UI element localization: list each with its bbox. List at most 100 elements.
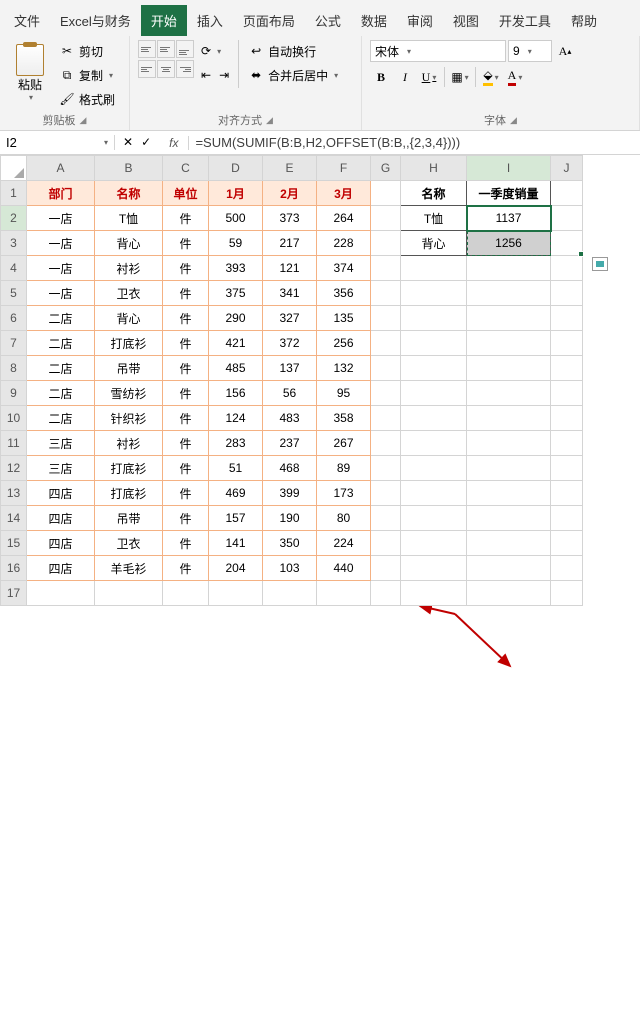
cell[interactable]: 393 xyxy=(209,256,263,281)
copy-button[interactable]: ⧉ 复制 ▾ xyxy=(56,64,118,86)
cut-button[interactable]: ✂ 剪切 xyxy=(56,40,118,62)
cell[interactable] xyxy=(467,281,551,306)
cell[interactable] xyxy=(401,406,467,431)
cell[interactable]: T恤 xyxy=(401,206,467,231)
cell[interactable]: 132 xyxy=(317,356,371,381)
cell[interactable]: 283 xyxy=(209,431,263,456)
row-head-16[interactable]: 16 xyxy=(1,556,27,581)
cell[interactable]: 228 xyxy=(317,231,371,256)
decrease-indent-button[interactable]: ⇤ xyxy=(198,64,214,86)
menu-开始[interactable]: 开始 xyxy=(141,5,187,36)
cell[interactable]: 372 xyxy=(263,331,317,356)
cell[interactable]: 件 xyxy=(163,306,209,331)
cell[interactable] xyxy=(371,406,401,431)
cell[interactable]: 80 xyxy=(317,506,371,531)
cell[interactable]: 件 xyxy=(163,431,209,456)
cell[interactable]: 89 xyxy=(317,456,371,481)
cell[interactable]: 327 xyxy=(263,306,317,331)
row-head-1[interactable]: 1 xyxy=(1,181,27,206)
cell[interactable] xyxy=(401,281,467,306)
row-head-14[interactable]: 14 xyxy=(1,506,27,531)
increase-font-button[interactable]: A▴ xyxy=(554,40,576,62)
cell[interactable]: 95 xyxy=(317,381,371,406)
cell[interactable] xyxy=(401,381,467,406)
cell[interactable] xyxy=(551,381,583,406)
cell[interactable] xyxy=(551,581,583,606)
cell[interactable] xyxy=(371,331,401,356)
col-head-G[interactable]: G xyxy=(371,156,401,181)
cell[interactable] xyxy=(401,356,467,381)
orientation-button[interactable]: ⟳▾ xyxy=(198,40,232,62)
dialog-launcher-icon[interactable]: ◢ xyxy=(266,115,273,126)
cell[interactable] xyxy=(401,506,467,531)
cell[interactable] xyxy=(317,581,371,606)
cell[interactable]: 141 xyxy=(209,531,263,556)
col-head-A[interactable]: A xyxy=(27,156,95,181)
chevron-down-icon[interactable]: ▾ xyxy=(104,138,108,147)
cell[interactable]: 件 xyxy=(163,481,209,506)
col-head-D[interactable]: D xyxy=(209,156,263,181)
cell[interactable] xyxy=(401,481,467,506)
cell[interactable]: 件 xyxy=(163,231,209,256)
cell[interactable] xyxy=(467,331,551,356)
cell[interactable]: 二店 xyxy=(27,331,95,356)
cell[interactable]: 二店 xyxy=(27,306,95,331)
cell[interactable]: 358 xyxy=(317,406,371,431)
cell[interactable]: 156 xyxy=(209,381,263,406)
fill-color-button[interactable]: ⬙▾ xyxy=(480,66,502,88)
cell[interactable] xyxy=(163,581,209,606)
cell[interactable]: 500 xyxy=(209,206,263,231)
select-all-corner[interactable] xyxy=(1,156,27,181)
row-head-11[interactable]: 11 xyxy=(1,431,27,456)
cell[interactable]: 件 xyxy=(163,506,209,531)
increase-indent-button[interactable]: ⇥ xyxy=(216,64,232,86)
col-head-J[interactable]: J xyxy=(551,156,583,181)
cell[interactable]: 吊带 xyxy=(95,356,163,381)
col-head-C[interactable]: C xyxy=(163,156,209,181)
cell[interactable] xyxy=(467,581,551,606)
row-head-6[interactable]: 6 xyxy=(1,306,27,331)
cell[interactable] xyxy=(401,256,467,281)
cell[interactable] xyxy=(467,256,551,281)
cell[interactable]: 3月 xyxy=(317,181,371,206)
row-head-2[interactable]: 2 xyxy=(1,206,27,231)
cell[interactable]: 三店 xyxy=(27,431,95,456)
dialog-launcher-icon[interactable]: ◢ xyxy=(80,115,87,126)
row-head-12[interactable]: 12 xyxy=(1,456,27,481)
cell[interactable] xyxy=(401,556,467,581)
cell[interactable] xyxy=(551,481,583,506)
cell[interactable]: 290 xyxy=(209,306,263,331)
cell[interactable]: 483 xyxy=(263,406,317,431)
cell[interactable] xyxy=(95,581,163,606)
fx-icon[interactable]: fx xyxy=(159,136,189,150)
cell[interactable]: 一店 xyxy=(27,206,95,231)
cell[interactable]: 二店 xyxy=(27,356,95,381)
cell[interactable] xyxy=(263,581,317,606)
cell[interactable]: 375 xyxy=(209,281,263,306)
cell[interactable]: 背心 xyxy=(95,231,163,256)
cell[interactable]: 打底衫 xyxy=(95,456,163,481)
cell[interactable]: 399 xyxy=(263,481,317,506)
menu-页面布局[interactable]: 页面布局 xyxy=(233,5,305,36)
cell[interactable]: 256 xyxy=(317,331,371,356)
cell[interactable]: 一季度销量 xyxy=(467,181,551,206)
font-size-select[interactable]: 9▾ xyxy=(508,40,552,62)
cell[interactable] xyxy=(551,256,583,281)
menu-视图[interactable]: 视图 xyxy=(443,5,489,36)
row-head-4[interactable]: 4 xyxy=(1,256,27,281)
row-head-7[interactable]: 7 xyxy=(1,331,27,356)
cell[interactable]: 173 xyxy=(317,481,371,506)
font-name-select[interactable]: 宋体▾ xyxy=(370,40,506,62)
cell[interactable]: 雪纺衫 xyxy=(95,381,163,406)
cell[interactable] xyxy=(401,331,467,356)
cell[interactable]: 吊带 xyxy=(95,506,163,531)
merge-center-button[interactable]: ⬌ 合并后居中 ▾ xyxy=(245,64,341,86)
menu-Excel与财务[interactable]: Excel与财务 xyxy=(50,5,141,36)
cell[interactable] xyxy=(371,206,401,231)
cell[interactable]: 224 xyxy=(317,531,371,556)
menu-数据[interactable]: 数据 xyxy=(351,5,397,36)
cell[interactable] xyxy=(467,481,551,506)
cell[interactable]: 打底衫 xyxy=(95,481,163,506)
cell[interactable] xyxy=(371,181,401,206)
fill-handle[interactable] xyxy=(578,251,584,257)
